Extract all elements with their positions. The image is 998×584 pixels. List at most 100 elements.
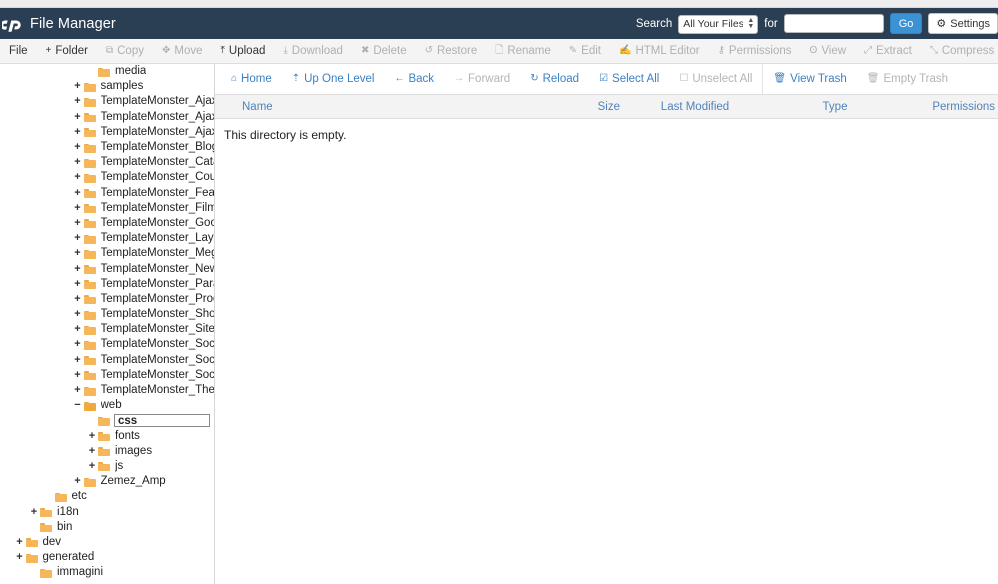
tree-expand-icon[interactable]: +	[73, 383, 83, 398]
tree-node-label: js	[115, 459, 123, 474]
tree-expand-icon[interactable]: +	[73, 231, 83, 246]
tree-expand-icon[interactable]: +	[73, 94, 83, 109]
nav-item-up-one-level[interactable]: ⇡Up One Level	[282, 64, 385, 94]
tree-node-immagini[interactable]: immagini	[0, 565, 214, 580]
tree-expand-icon[interactable]: +	[87, 459, 97, 474]
tree-node-etc[interactable]: etc	[0, 489, 214, 504]
tree-node-templatemonster-featu[interactable]: +TemplateMonster_Featu	[0, 186, 214, 201]
tree-expand-icon[interactable]: +	[73, 125, 83, 140]
tree-node-generated[interactable]: +generated	[0, 550, 214, 565]
tree-expand-icon[interactable]: +	[73, 170, 83, 185]
nav-item-label: Reload	[543, 73, 579, 85]
tree-expand-icon[interactable]: +	[15, 550, 25, 565]
tree-node-templatemonster-sitem[interactable]: + TemplateMonster_SiteM	[0, 322, 214, 337]
tree-node-templatemonster-them[interactable]: +TemplateMonster_Them	[0, 383, 214, 398]
tree-node-templatemonster-prod[interactable]: +TemplateMonster_Prod	[0, 292, 214, 307]
key-icon: ⚷	[718, 46, 725, 56]
tree-node-dev[interactable]: +dev	[0, 535, 214, 550]
tree-node-i18n[interactable]: +i18n	[0, 504, 214, 519]
nav-item-back[interactable]: ←Back	[384, 64, 444, 94]
tree-node-web[interactable]: − web	[0, 398, 214, 413]
tree-node-templatemonster-layo[interactable]: +TemplateMonster_Layo	[0, 231, 214, 246]
directory-tree: media+samples+TemplateMonster_Ajaxс+Temp…	[0, 64, 214, 580]
tree-node-images[interactable]: +images	[0, 444, 214, 459]
tree-node-media[interactable]: media	[0, 64, 214, 79]
tree-expand-icon[interactable]: +	[73, 307, 83, 322]
tree-node-samples[interactable]: +samples	[0, 79, 214, 94]
tree-node-templatemonster-ajaxs[interactable]: +TemplateMonster_AjaxS	[0, 125, 214, 140]
toolbar-item-restore: ↺Restore	[416, 39, 487, 63]
pencil-icon: ✎	[569, 46, 577, 56]
tree-node-templatemonster-blog[interactable]: +TemplateMonster_Blog	[0, 140, 214, 155]
tree-expand-icon[interactable]: +	[87, 429, 97, 444]
tree-expand-icon[interactable]: +	[73, 216, 83, 231]
toolbar-item-folder[interactable]: +Folder	[37, 39, 97, 63]
folder-icon	[26, 537, 39, 547]
copy-icon: ⧉	[106, 46, 113, 56]
tree-expand-icon[interactable]: +	[73, 246, 83, 261]
tree-node-templatemonster-shop[interactable]: +TemplateMonster_Shop	[0, 307, 214, 322]
tree-node-templatemonster-socia[interactable]: +TemplateMonster_Socia	[0, 353, 214, 368]
tree-node-label: TemplateMonster_Goog	[101, 216, 215, 231]
tree-node-templatemonster-socia[interactable]: +TemplateMonster_Socia	[0, 337, 214, 352]
tree-expand-icon[interactable]: +	[73, 262, 83, 277]
tree-expand-icon[interactable]: +	[73, 155, 83, 170]
folder-icon	[84, 173, 97, 183]
tree-node-label: web	[101, 398, 122, 413]
tree-node-templatemonster-goog[interactable]: + TemplateMonster_Goog	[0, 216, 214, 231]
tree-node-fonts[interactable]: +fonts	[0, 429, 214, 444]
tree-expand-icon[interactable]: +	[73, 353, 83, 368]
nav-item-home[interactable]: ⌂Home	[221, 64, 282, 94]
tree-node-templatemonster-ajax-[interactable]: +TemplateMonster_Ajaxс	[0, 94, 214, 109]
tree-node-js[interactable]: + js	[0, 459, 214, 474]
tree-expand-icon[interactable]: +	[73, 277, 83, 292]
tree-expand-icon[interactable]: +	[73, 322, 83, 337]
tree-expand-icon[interactable]: +	[73, 110, 83, 125]
tree-node-templatemonster-ajax-[interactable]: +TemplateMonster_Ajaxс	[0, 110, 214, 125]
delete-icon: ✖	[361, 46, 369, 56]
toolbar-item-extract: ⤢Extract	[855, 39, 921, 63]
column-header-size[interactable]: Size	[560, 101, 620, 113]
nav-item-select-all[interactable]: ☑Select All	[589, 64, 669, 94]
tree-expand-icon[interactable]: +	[73, 474, 83, 489]
tree-node-templatemonster-films[interactable]: +TemplateMonster_FilmS	[0, 201, 214, 216]
tree-node-bin[interactable]: bin	[0, 520, 214, 535]
tree-expand-icon[interactable]: +	[73, 368, 83, 383]
tree-expand-icon[interactable]: +	[15, 535, 25, 550]
tree-expand-icon[interactable]: +	[73, 337, 83, 352]
search-input[interactable]	[784, 14, 884, 33]
toolbar-item-rename: 🗋Rename	[486, 39, 560, 63]
tree-node-templatemonster-socia[interactable]: +TemplateMonster_Socia	[0, 368, 214, 383]
nav-item-reload[interactable]: ↻Reload	[520, 64, 589, 94]
tree-collapse-icon[interactable]: −	[73, 398, 83, 413]
app-masthead: File Manager Search All Your Files ▲▼ fo…	[0, 8, 998, 39]
tree-expand-icon[interactable]: +	[87, 444, 97, 459]
column-header-name[interactable]: Name	[215, 101, 560, 113]
tree-expand-icon[interactable]: +	[73, 79, 83, 94]
toolbar-item-upload[interactable]: ⤒Upload	[212, 39, 275, 63]
tree-node-label: TemplateMonster_SiteM	[101, 322, 215, 337]
compress-icon: ⤡	[930, 46, 938, 56]
column-header-type[interactable]: Type	[770, 101, 900, 113]
tree-node-templatemonster-cour[interactable]: +TemplateMonster_Cour	[0, 170, 214, 185]
tree-node-templatemonster-mega[interactable]: +TemplateMonster_Mega	[0, 246, 214, 261]
settings-button[interactable]: ⚙ Settings	[928, 13, 998, 34]
toolbar-item-file[interactable]: File	[0, 39, 37, 63]
tree-expand-icon[interactable]: +	[73, 140, 83, 155]
search-scope-select[interactable]: All Your Files	[678, 15, 758, 34]
tree-node-css[interactable]: css	[0, 413, 214, 428]
tree-node-templatemonster-news[interactable]: +TemplateMonster_News	[0, 261, 214, 276]
tree-expand-icon[interactable]: +	[73, 292, 83, 307]
directory-tree-panel[interactable]: media+samples+TemplateMonster_Ajaxс+Temp…	[0, 64, 215, 584]
search-go-button[interactable]: Go	[890, 13, 923, 34]
tree-expand-icon[interactable]: +	[29, 505, 39, 520]
nav-item-view-trash[interactable]: 🗑View Trash	[763, 64, 856, 94]
column-header-last-modified[interactable]: Last Modified	[620, 101, 770, 113]
tree-node-templatemonster-cata[interactable]: +TemplateMonster_Cata	[0, 155, 214, 170]
tree-expand-icon[interactable]: +	[73, 201, 83, 216]
nav-item-empty-trash: 🗑Empty Trash	[857, 64, 958, 94]
tree-node-templatemonster-para[interactable]: +TemplateMonster_Para	[0, 277, 214, 292]
tree-expand-icon[interactable]: +	[73, 186, 83, 201]
column-header-permissions[interactable]: Permissions	[900, 101, 998, 113]
tree-node-zemez-amp[interactable]: +Zemez_Amp	[0, 474, 214, 489]
